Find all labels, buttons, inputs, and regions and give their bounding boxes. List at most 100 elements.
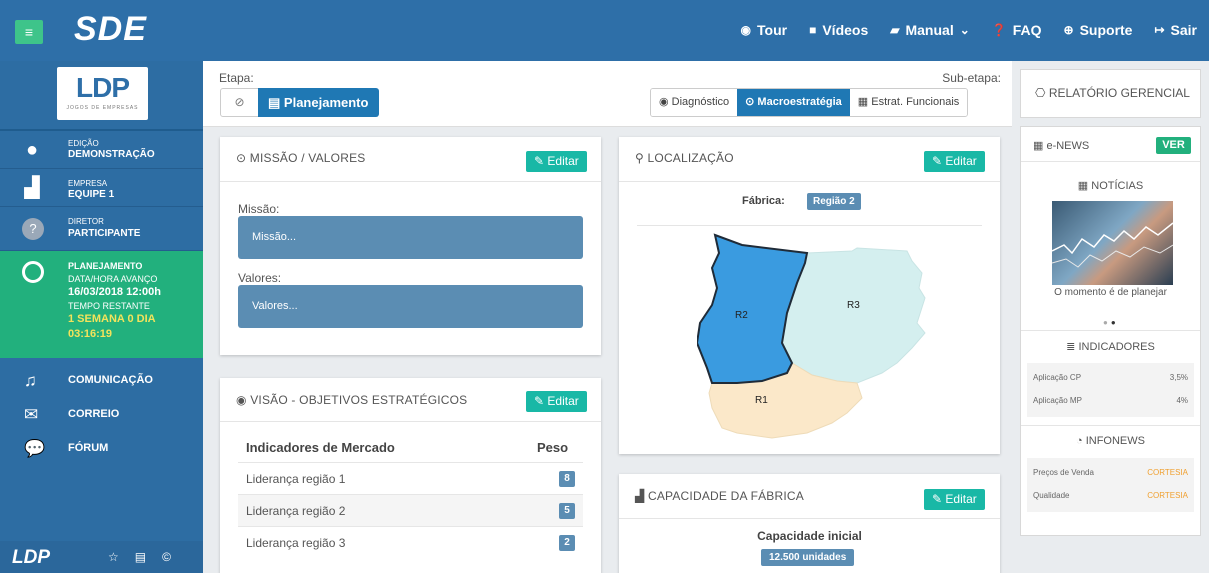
advance-label: DATA/HORA AVANÇO: [68, 274, 158, 284]
panel-divider: [1021, 425, 1200, 426]
visao-edit-button[interactable]: ✎ Editar: [526, 391, 587, 412]
envelope-icon: ✉: [24, 405, 39, 424]
indicadores-list: Aplicação CP 3,5% Aplicação MP 4%: [1027, 363, 1194, 417]
missao-title-text: MISSÃO / VALORES: [249, 151, 366, 165]
nav-faq[interactable]: ❓ FAQ: [992, 22, 1042, 38]
noticias-title: ▦ NOTÍCIAS: [1021, 179, 1200, 192]
indicador-value: 4%: [1176, 396, 1188, 405]
nav-faq-label: FAQ: [1012, 22, 1042, 38]
relatorio-label: RELATÓRIO GERENCIAL: [1048, 86, 1190, 100]
info-circle-icon: ●: [25, 139, 39, 161]
nav-suporte[interactable]: ⊕ Suporte: [1064, 22, 1133, 38]
copyright-icon[interactable]: ©: [162, 550, 171, 564]
document-icon[interactable]: ▤: [135, 550, 146, 564]
enews-title: ▦ e-NEWS: [1033, 139, 1089, 152]
footer-icons: ☆ ▤ ©: [108, 550, 171, 564]
visao-edit-label: Editar: [547, 394, 579, 408]
file-icon: ▤: [268, 95, 281, 110]
infonews-list: Preços de Venda CORTESIA Qualidade CORTE…: [1027, 458, 1194, 512]
nav-tour-label: Tour: [757, 22, 788, 38]
etapa-header: Etapa: ⊘ ▤ Planejamento Sub-etapa: ◉ Dia…: [203, 61, 1012, 127]
panel-divider: [220, 181, 601, 182]
eye-slash-icon[interactable]: ⊘: [220, 88, 259, 117]
missao-field: Missão...: [238, 216, 583, 259]
clock-icon: [22, 261, 44, 283]
etapa-planejamento-button[interactable]: ▤ Planejamento: [258, 88, 379, 117]
capacidade-edit-button[interactable]: ✎ Editar: [924, 489, 985, 510]
nav-sair[interactable]: ↦ Sair: [1154, 22, 1197, 38]
sidebar-info-diretor: ? DIRETOR PARTICIPANTE: [0, 207, 203, 251]
localizacao-edit-label: Editar: [945, 154, 977, 168]
logo-text: LDP: [76, 72, 130, 103]
missao-label: Missão:: [238, 202, 280, 216]
col-peso-header: Peso: [537, 440, 569, 455]
sign-out-icon: ↦: [1154, 23, 1165, 37]
visao-panel-title: ◉ VISÃO - OBJETIVOS ESTRATÉGICOS: [236, 393, 467, 407]
weight-badge: 5: [559, 503, 575, 519]
question-circle-icon: ❓: [991, 23, 1007, 37]
indicador-name: Aplicação MP: [1033, 396, 1082, 405]
infonews-label: INFONEWS: [1085, 435, 1145, 447]
missao-edit-button[interactable]: ✎ Editar: [526, 151, 587, 172]
eye-icon: ◉: [236, 393, 251, 407]
book-icon: ▰: [890, 23, 900, 37]
target-icon: ⊙: [745, 96, 758, 108]
nav-videos[interactable]: ■ Vídeos: [809, 22, 868, 38]
newspaper-icon: ▦: [1077, 180, 1092, 192]
sidebar-link-correio[interactable]: ✉ CORREIO: [0, 397, 203, 431]
noticias-label: NOTÍCIAS: [1091, 180, 1144, 192]
planning-title: PLANEJAMENTO: [68, 261, 143, 271]
panel-divider: [1021, 330, 1200, 331]
hamburger-menu-icon[interactable]: ≡: [15, 20, 43, 44]
tab-diagnostico[interactable]: ◉ Diagnóstico: [651, 89, 738, 116]
fabrica-region-badge: Região 2: [807, 193, 861, 210]
tab-estrat-funcionais[interactable]: ▦ Estrat. Funcionais: [849, 89, 968, 116]
tab-macroestrategia[interactable]: ⊙ Macroestratégia: [737, 89, 850, 116]
pencil-icon: ✎: [932, 154, 946, 168]
sidebar-link-comunicacao[interactable]: ♫ COMUNICAÇÃO: [0, 363, 203, 397]
panel-divider: [619, 181, 1000, 182]
target-icon: ⊙: [236, 151, 250, 165]
localizacao-panel-title: ⚲ LOCALIZAÇÃO: [635, 151, 734, 165]
missao-edit-label: Editar: [547, 154, 579, 168]
empresa-label: EMPRESA: [68, 179, 108, 188]
planning-status: PLANEJAMENTO DATA/HORA AVANÇO 16/03/2018…: [0, 251, 203, 358]
row-name: Liderança região 1: [246, 472, 346, 486]
news-image[interactable]: [1052, 201, 1173, 285]
forum-label: FÓRUM: [68, 442, 109, 454]
sub-etapa-tabs: ◉ Diagnóstico ⊙ Macroestratégia ▦ Estrat…: [650, 88, 969, 117]
news-panel: ▦ e-NEWS VER ▦ NOTÍCIAS O momento é de p…: [1020, 126, 1201, 536]
star-icon[interactable]: ☆: [108, 550, 119, 564]
list-icon: ≣: [1066, 341, 1079, 353]
row-name: Liderança região 3: [246, 536, 346, 550]
valores-label: Valores:: [238, 271, 282, 285]
localizacao-edit-button[interactable]: ✎ Editar: [924, 151, 985, 172]
industry-icon: ▟: [24, 177, 40, 199]
enews-label: e-NEWS: [1046, 140, 1090, 152]
app-brand: SDE: [74, 10, 147, 48]
stock-line-graphic: [1052, 222, 1173, 268]
carousel-dots[interactable]: ●●: [1103, 318, 1119, 327]
nav-manual-label: Manual: [905, 22, 954, 38]
infonews-title: ◔ INFONEWS: [1021, 435, 1200, 447]
compass-icon: ◉: [740, 23, 752, 37]
bell-icon: ♫: [24, 371, 37, 390]
nav-tour[interactable]: ◉ Tour: [741, 22, 788, 38]
logo-subtitle: JOGOS DE EMPRESAS: [66, 105, 139, 111]
region-r1-label: R1: [755, 395, 768, 406]
nav-sair-label: Sair: [1170, 22, 1197, 38]
sidebar-link-forum[interactable]: 💬 FÓRUM: [0, 431, 203, 465]
capacidade-label: Capacidade inicial: [757, 529, 862, 543]
pencil-icon: ✎: [932, 492, 946, 506]
nav-suporte-label: Suporte: [1079, 22, 1133, 38]
chart-icon: ⎔: [1035, 86, 1049, 100]
ver-button[interactable]: VER: [1156, 137, 1191, 154]
company-logo: LDP JOGOS DE EMPRESAS: [57, 67, 148, 120]
capacidade-title-text: CAPACIDADE DA FÁBRICA: [647, 489, 804, 503]
capacidade-value-badge: 12.500 unidades: [761, 549, 855, 566]
nav-manual[interactable]: ▰ Manual ⌄: [890, 22, 970, 38]
relatorio-gerencial-button[interactable]: ⎔ RELATÓRIO GERENCIAL: [1020, 69, 1201, 118]
tab-estrat-funcionais-label: Estrat. Funcionais: [871, 96, 960, 108]
tab-diagnostico-label: Diagnóstico: [671, 96, 730, 108]
panel-divider: [637, 225, 982, 226]
